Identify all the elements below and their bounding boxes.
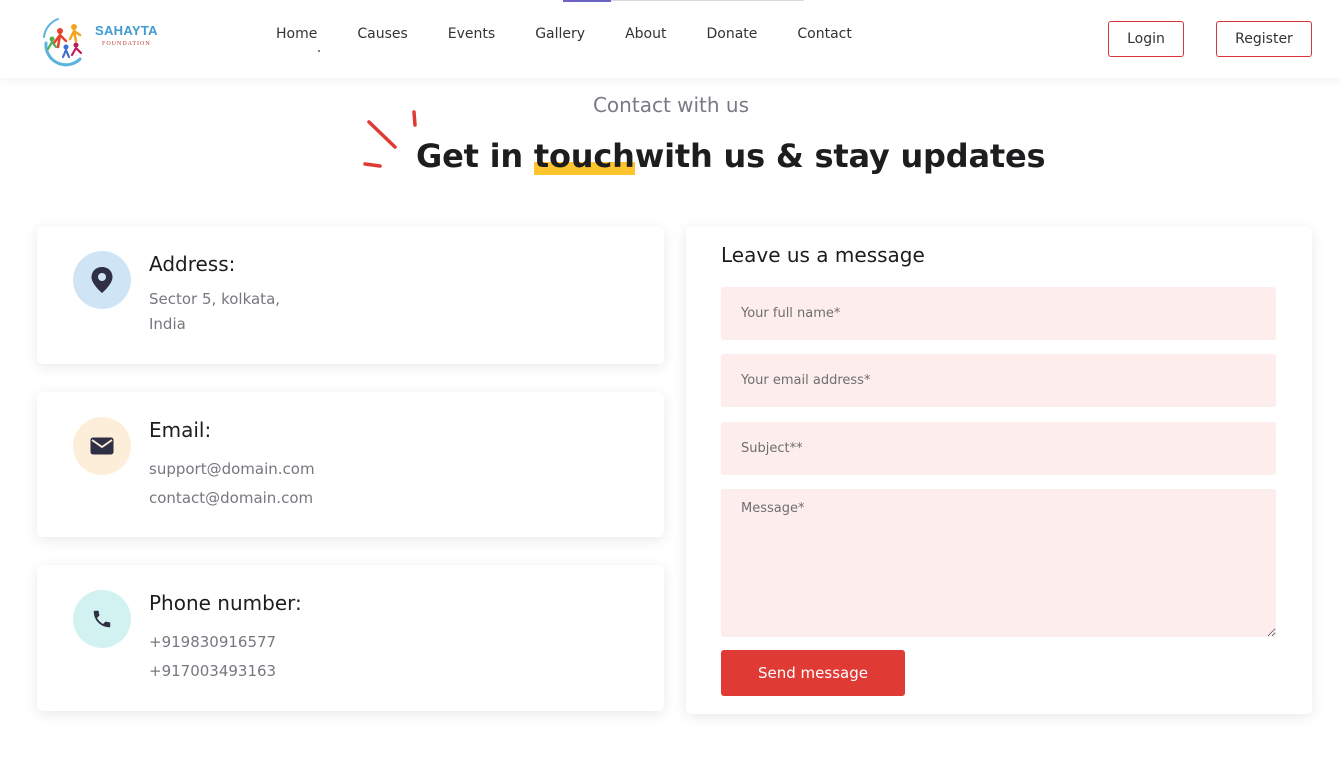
subject-input[interactable] [721, 422, 1276, 475]
sparks-decoration-icon [363, 110, 417, 168]
message-textarea[interactable] [721, 489, 1276, 637]
page-headline: Get in touchwith us & stay updates [416, 137, 1045, 175]
email-line-2[interactable]: contact@domain.com [149, 484, 315, 513]
headline-highlight: touch [533, 137, 635, 175]
phone-line-1[interactable]: +919830916577 [149, 628, 276, 657]
login-button[interactable]: Login [1108, 21, 1184, 57]
email-title: Email: [149, 418, 212, 442]
nav-active-dot [318, 50, 320, 52]
email-card: Email: support@domain.com contact@domain… [37, 392, 664, 537]
nav-contact[interactable]: Contact [777, 26, 871, 46]
nav-gallery[interactable]: Gallery [515, 26, 605, 46]
form-title: Leave us a message [721, 243, 925, 267]
email-line-1[interactable]: support@domain.com [149, 455, 315, 484]
address-title: Address: [149, 252, 236, 276]
email-icon-circle [73, 417, 131, 475]
envelope-icon [90, 437, 114, 455]
location-pin-icon [91, 267, 113, 293]
headline-text-start: Get in [416, 137, 534, 175]
phone-icon-circle [73, 590, 131, 648]
section-eyebrow: Contact with us [592, 93, 750, 117]
site-header: SAHAYTA FOUNDATION Home Causes Events Ga… [0, 0, 1342, 78]
address-line-1: Sector 5, kolkata, [149, 290, 281, 308]
nav-events[interactable]: Events [428, 26, 515, 46]
logo-name: SAHAYTA [95, 23, 158, 38]
nav-causes[interactable]: Causes [337, 26, 427, 46]
address-text: Sector 5, kolkata, India [149, 287, 280, 337]
phone-card: Phone number: +919830916577 +91700349316… [37, 565, 664, 711]
site-logo[interactable]: SAHAYTA FOUNDATION [38, 13, 178, 69]
address-card: Address: Sector 5, kolkata, India [37, 226, 664, 364]
nav-about[interactable]: About [605, 26, 686, 46]
phone-text: +919830916577 +917003493163 [149, 628, 276, 686]
register-button[interactable]: Register [1216, 21, 1312, 57]
address-icon-circle [73, 251, 131, 309]
phone-line-2[interactable]: +917003493163 [149, 657, 276, 686]
contact-form: Leave us a message Send message [686, 226, 1312, 714]
email-input[interactable] [721, 354, 1276, 407]
main-nav: Home Causes Events Gallery About Donate … [256, 26, 872, 46]
phone-icon [93, 610, 111, 628]
full-name-input[interactable] [721, 287, 1276, 340]
logo-mark-icon [43, 18, 83, 67]
headline-text-end: with us & stay updates [634, 137, 1046, 175]
email-text: support@domain.com contact@domain.com [149, 455, 315, 513]
logo-tagline: FOUNDATION [102, 41, 151, 47]
nav-home[interactable]: Home [256, 26, 337, 46]
phone-title: Phone number: [149, 591, 302, 615]
nav-donate[interactable]: Donate [686, 26, 777, 46]
send-message-button[interactable]: Send message [721, 650, 905, 696]
address-line-2: India [149, 315, 186, 333]
scroll-indicator [563, 0, 804, 2]
